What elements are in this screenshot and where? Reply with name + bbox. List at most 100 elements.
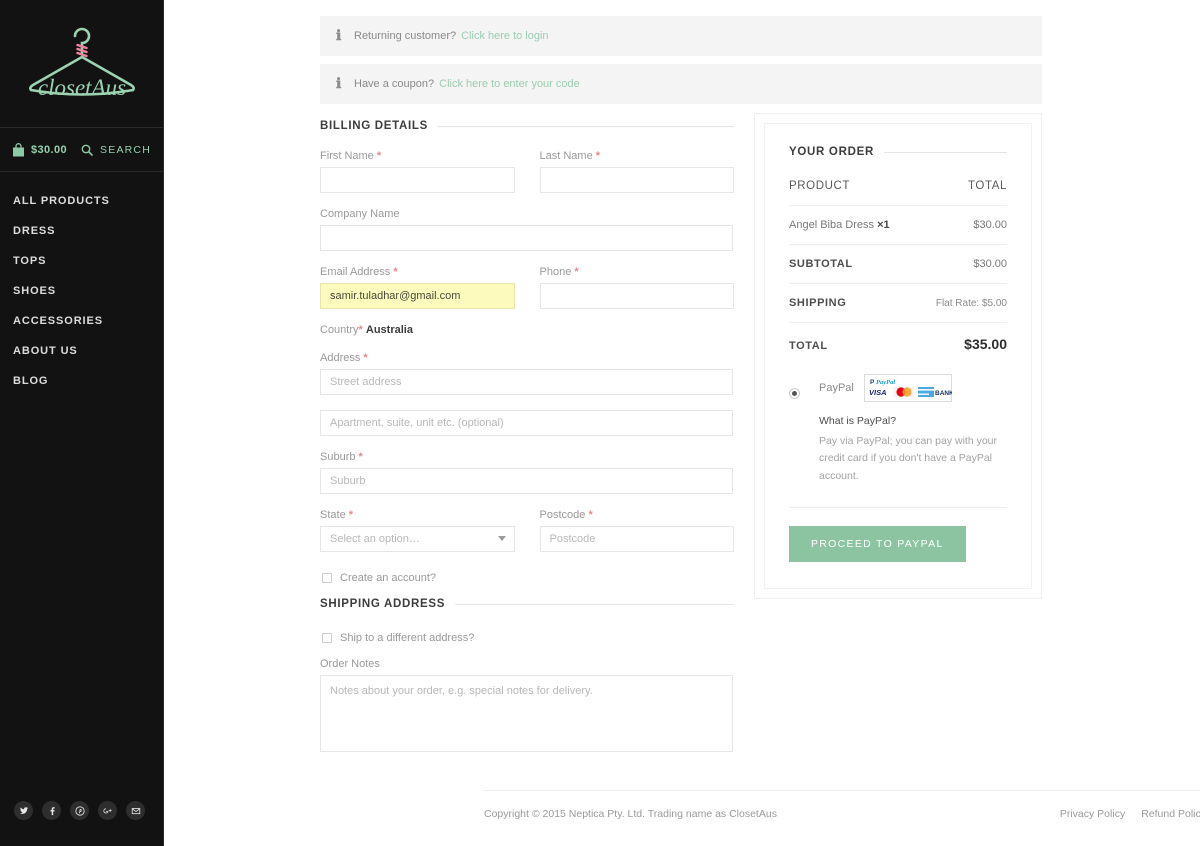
postcode-label-text: Postcode xyxy=(539,509,586,521)
street-address-input[interactable] xyxy=(320,369,733,395)
facebook-link[interactable] xyxy=(42,801,61,820)
sidebar-item-all-products[interactable]: ALL PRODUCTS xyxy=(0,186,163,216)
sidebar-item-blog[interactable]: BLOG xyxy=(0,366,163,396)
subtotal-label: SUBTOTAL xyxy=(789,258,853,270)
phone-input[interactable] xyxy=(539,283,734,309)
ship-different-label: Ship to a different address? xyxy=(340,632,475,644)
heading-rule xyxy=(455,603,734,605)
sidebar-item-shoes[interactable]: SHOES xyxy=(0,276,163,306)
last-name-input[interactable] xyxy=(539,167,734,193)
company-name-label: Company Name xyxy=(320,208,400,220)
first-name-field: First Name * xyxy=(320,150,515,193)
closetaus-hanger-logo: closetAus xyxy=(28,27,135,100)
paypal-method-body: PayPal P PayPal VISA BANK What is PayPal… xyxy=(819,374,1007,485)
twitter-link[interactable] xyxy=(14,801,33,820)
email-link[interactable] xyxy=(126,801,145,820)
billing-details-title: BILLING DETAILS xyxy=(320,120,429,132)
required-marker: * xyxy=(348,509,354,521)
what-is-paypal-title: What is PayPal? xyxy=(819,415,897,427)
privacy-policy-link[interactable]: Privacy Policy xyxy=(1060,808,1125,820)
ship-different-checkbox[interactable] xyxy=(322,633,332,643)
checkout-content: ℹ Returning customer? Click here to logi… xyxy=(320,16,1042,772)
email-icon xyxy=(131,807,140,814)
svg-text:VISA: VISA xyxy=(869,388,887,397)
order-item-name-group: Angel Biba Dress ×1 xyxy=(789,219,890,231)
order-item-total: $30.00 xyxy=(973,219,1007,231)
email-label: Email Address * xyxy=(320,266,515,278)
order-summary-inner: YOUR ORDER PRODUCT TOTAL Angel Biba Dres… xyxy=(764,123,1032,589)
main-area: ℹ Returning customer? Click here to logi… xyxy=(164,0,1200,846)
order-subtotal-row: SUBTOTAL $30.00 xyxy=(789,245,1007,284)
pinterest-link[interactable] xyxy=(70,801,89,820)
copyright-text: Copyright © 2015 Neptica Pty. Ltd. Tradi… xyxy=(484,808,777,820)
apartment-input[interactable] xyxy=(320,410,733,436)
total-label: TOTAL xyxy=(789,340,828,352)
order-item-qty: 1 xyxy=(883,219,890,231)
create-account-row[interactable]: Create an account? xyxy=(322,572,734,584)
required-marker: * xyxy=(588,509,593,521)
order-line-item: Angel Biba Dress ×1 $30.00 xyxy=(789,206,1007,245)
payment-cards-logo-strip[interactable]: P PayPal VISA BANK xyxy=(863,374,952,402)
order-notes-field: Order Notes xyxy=(320,658,733,757)
info-icon: ℹ xyxy=(336,76,342,92)
sidebar-item-accessories[interactable]: ACCESSORIES xyxy=(0,306,163,336)
proceed-to-paypal-button[interactable]: PROCEED TO PAYPAL xyxy=(789,525,966,562)
email-input[interactable] xyxy=(320,283,515,309)
suburb-label: Suburb * xyxy=(320,451,733,463)
required-marker: * xyxy=(595,150,601,162)
info-icon: ℹ xyxy=(336,28,342,44)
order-notes-textarea[interactable] xyxy=(320,675,733,752)
sidebar-item-tops[interactable]: TOPS xyxy=(0,246,163,276)
refund-policy-link[interactable]: Refund Policy xyxy=(1141,808,1200,820)
returning-customer-notice: ℹ Returning customer? Click here to logi… xyxy=(320,16,1042,56)
last-name-label: Last Name * xyxy=(540,150,735,162)
suburb-input[interactable] xyxy=(320,468,733,494)
login-link[interactable]: Click here to login xyxy=(461,30,548,42)
sidebar: closetAus $30.00 SEARCH ALL PRODUCTS DRE… xyxy=(0,0,164,846)
first-name-input[interactable] xyxy=(320,167,515,193)
company-name-input[interactable] xyxy=(320,225,733,251)
state-field: State * Select an option… xyxy=(320,509,515,552)
ship-different-row[interactable]: Ship to a different address? xyxy=(322,632,734,644)
required-marker: * xyxy=(358,324,363,336)
site-logo[interactable]: closetAus xyxy=(0,0,163,128)
paypal-radio[interactable] xyxy=(789,388,800,399)
postcode-field: Postcode * xyxy=(539,509,735,552)
sidebar-item-dress[interactable]: DRESS xyxy=(0,216,163,246)
search-link[interactable]: SEARCH xyxy=(81,144,151,156)
order-summary-panel: YOUR ORDER PRODUCT TOTAL Angel Biba Dres… xyxy=(754,113,1042,599)
postcode-label: Postcode * xyxy=(540,509,735,521)
phone-label-text: Phone xyxy=(539,266,572,278)
phone-label: Phone * xyxy=(540,266,735,278)
returning-customer-text: Returning customer? xyxy=(354,30,457,42)
create-account-checkbox[interactable] xyxy=(322,573,332,583)
suburb-label-text: Suburb xyxy=(320,451,356,463)
required-marker: * xyxy=(376,150,382,162)
cart-link[interactable]: $30.00 xyxy=(12,142,67,157)
shipping-address-title: SHIPPING ADDRESS xyxy=(320,598,446,610)
order-shipping-row: SHIPPING Flat Rate: $5.00 xyxy=(789,284,1007,323)
chevron-down-icon xyxy=(497,536,506,541)
sidebar-item-about-us[interactable]: ABOUT US xyxy=(0,336,163,366)
coupon-link[interactable]: Click here to enter your code xyxy=(439,78,580,90)
total-column-header: TOTAL xyxy=(968,180,1007,192)
address-line-2-field xyxy=(320,410,733,436)
state-label-text: State xyxy=(320,509,346,521)
state-label: State * xyxy=(320,509,515,521)
google-plus-link[interactable] xyxy=(98,801,117,820)
coupon-text: Have a coupon? xyxy=(354,78,435,90)
state-select[interactable]: Select an option… xyxy=(320,526,515,552)
shopping-bag-icon xyxy=(13,142,24,156)
order-notes-label: Order Notes xyxy=(320,658,380,670)
search-label: SEARCH xyxy=(100,143,151,156)
first-name-label-text: First Name xyxy=(320,150,374,162)
order-column: YOUR ORDER PRODUCT TOTAL Angel Biba Dres… xyxy=(754,113,1042,599)
required-marker: * xyxy=(574,266,579,278)
last-name-field: Last Name * xyxy=(539,150,735,193)
product-column-header: PRODUCT xyxy=(789,180,851,192)
paypal-method-row[interactable]: PayPal P PayPal VISA BANK What is PayPal… xyxy=(789,374,1007,485)
order-item-name: Angel Biba Dress xyxy=(789,219,874,231)
postcode-input[interactable] xyxy=(539,526,734,552)
twitter-icon xyxy=(19,806,28,814)
paypal-method-header: PayPal P PayPal VISA BANK xyxy=(819,374,1007,402)
